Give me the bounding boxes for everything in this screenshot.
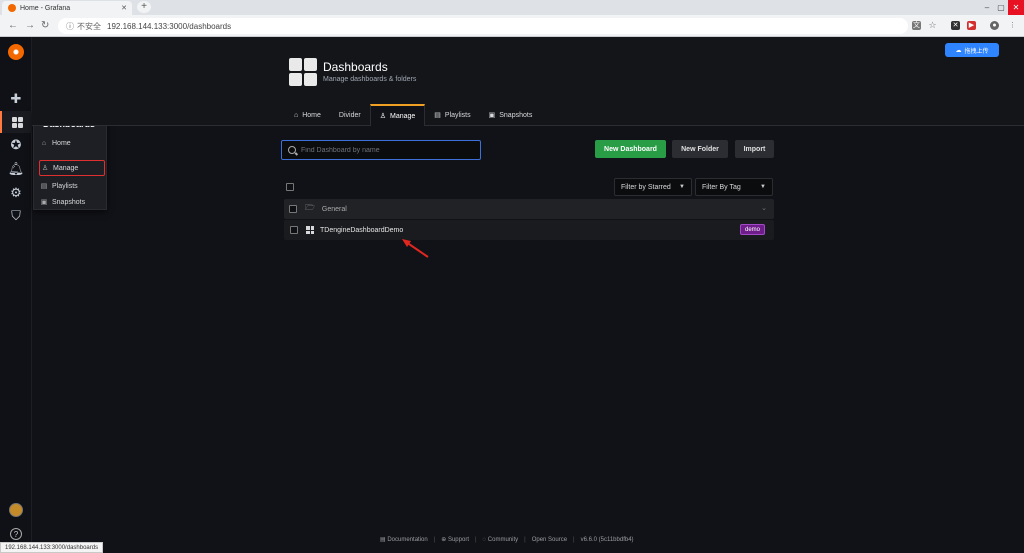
tab-manage[interactable]: ♙ Manage	[369, 104, 426, 126]
extension-icon[interactable]: ✕	[951, 21, 960, 30]
server-admin-shield-icon[interactable]: ⛉	[0, 205, 32, 227]
translate-icon[interactable]: 文	[912, 21, 921, 30]
cloud-icon: ☁	[955, 47, 962, 54]
folder-checkbox[interactable]	[289, 205, 297, 213]
status-bar-url: 192.168.144.133:3000/dashboards	[0, 542, 104, 553]
extension-red-icon[interactable]: ▶	[967, 21, 976, 30]
dropdown-item-home[interactable]: ⌂ Home	[39, 136, 105, 150]
alerting-bell-icon[interactable]: 🔔︎	[0, 158, 32, 180]
browser-tab-bar: Home - Grafana ✕ + – ▢ ✕	[0, 0, 1024, 15]
select-all-checkbox[interactable]	[286, 183, 294, 191]
upload-button[interactable]: ☁ 拖拽上传	[945, 43, 999, 57]
browser-menu-icon[interactable]: ⋮	[1008, 21, 1017, 30]
import-button[interactable]: Import	[735, 140, 774, 158]
browser-tab-title: Home - Grafana	[20, 4, 71, 12]
maximize-icon[interactable]: ▢	[994, 0, 1008, 15]
url-text: 192.168.144.133:3000/dashboards	[107, 21, 232, 31]
page-footer: ▤ Documentation | ⊕ Support | ◌ Communit…	[380, 536, 634, 544]
search-input[interactable]	[301, 146, 471, 154]
caret-down-icon: ▼	[760, 184, 766, 190]
caret-down-icon: ▼	[679, 184, 685, 190]
new-folder-button[interactable]: New Folder	[672, 140, 728, 158]
url-field[interactable]: 不安全 192.168.144.133:3000/dashboards	[58, 18, 908, 34]
new-dashboard-button[interactable]: New Dashboard	[595, 140, 666, 158]
annotation-arrow-icon	[402, 239, 429, 258]
dashboard-search	[281, 140, 481, 160]
folder-row-general[interactable]: 🗁 General ⌄	[284, 199, 774, 219]
browser-tab[interactable]: Home - Grafana ✕	[2, 1, 132, 15]
snapshot-icon: ▣	[40, 199, 48, 206]
sitemap-icon: ♙	[41, 165, 49, 172]
profile-icon[interactable]: ●	[990, 21, 999, 30]
side-menu: ✚ ✪ 🔔︎ ⚙ ⛉ ?	[0, 37, 32, 553]
dropdown-item-manage[interactable]: ♙ Manage	[39, 160, 105, 176]
playlist-icon: ▤	[434, 112, 441, 119]
window-controls: – ▢ ✕	[980, 0, 1024, 15]
dropdown-item-snapshots[interactable]: ▣ Snapshots	[39, 195, 105, 209]
reload-icon[interactable]: ↻	[41, 20, 49, 32]
search-icon	[288, 146, 296, 154]
minimize-icon[interactable]: –	[980, 0, 994, 15]
dashboards-icon[interactable]	[0, 111, 32, 133]
grafana-logo-icon[interactable]	[0, 39, 32, 65]
tab-home[interactable]: ⌂ Home	[285, 104, 330, 126]
dashboard-name[interactable]: TDengineDashboardDemo	[320, 227, 403, 234]
dashboards-header-icon	[289, 58, 317, 86]
chevron-down-icon[interactable]: ⌄	[761, 204, 767, 212]
filter-starred-select[interactable]: Filter by Starred ▼	[614, 178, 692, 196]
dropdown-item-playlists[interactable]: ▤ Playlists	[39, 179, 105, 193]
address-bar: ← → ↻ 不安全 192.168.144.133:3000/dashboard…	[0, 15, 1024, 37]
page-tabs: ⌂ Home Divider ♙ Manage ▤ Playlists ▣ Sn…	[285, 104, 541, 126]
footer-documentation-link[interactable]: ▤ Documentation	[380, 536, 428, 543]
dashboard-row[interactable]: TDengineDashboardDemo demo	[284, 220, 774, 240]
security-indicator[interactable]: 不安全	[66, 21, 101, 32]
filter-tag-select[interactable]: Filter By Tag ▼	[695, 178, 773, 196]
new-tab-button[interactable]: +	[137, 1, 151, 13]
page-header: Dashboards Manage dashboards & folders ☁…	[32, 37, 1024, 126]
snapshot-icon: ▣	[488, 112, 496, 119]
tab-snapshots[interactable]: ▣ Snapshots	[480, 104, 542, 126]
footer-version: v6.6.0 (5c11bbdfb4)	[580, 536, 634, 543]
dashboard-grid-icon	[306, 226, 314, 234]
playlist-icon: ▤	[40, 183, 48, 190]
home-icon: ⌂	[294, 111, 299, 119]
configuration-gear-icon[interactable]: ⚙	[0, 182, 32, 204]
avatar[interactable]	[0, 499, 32, 521]
footer-community-link[interactable]: ◌ Community	[483, 537, 519, 543]
create-plus-icon[interactable]: ✚	[0, 88, 32, 110]
home-icon: ⌂	[41, 139, 47, 147]
sitemap-icon: ♙	[379, 113, 386, 120]
dashboard-tag[interactable]: demo	[740, 224, 766, 235]
folder-name: General	[321, 205, 347, 213]
back-icon[interactable]: ←	[8, 20, 18, 32]
footer-open-source-link[interactable]: Open Source	[532, 537, 567, 543]
page-title: Dashboards	[323, 60, 388, 74]
forward-icon[interactable]: →	[25, 20, 35, 32]
window-close-icon[interactable]: ✕	[1008, 0, 1024, 15]
page-subtitle: Manage dashboards & folders	[323, 76, 417, 83]
dashboard-checkbox[interactable]	[290, 226, 298, 234]
footer-support-link[interactable]: ⊕ Support	[441, 536, 469, 543]
tab-close-icon[interactable]: ✕	[121, 4, 127, 12]
tab-playlists[interactable]: ▤ Playlists	[425, 104, 479, 126]
tab-divider[interactable]: Divider	[330, 104, 370, 126]
grafana-favicon-icon	[8, 4, 16, 12]
folder-open-icon: 🗁	[305, 203, 315, 212]
star-icon[interactable]: ☆	[928, 21, 937, 30]
explore-compass-icon[interactable]: ✪	[0, 134, 32, 156]
